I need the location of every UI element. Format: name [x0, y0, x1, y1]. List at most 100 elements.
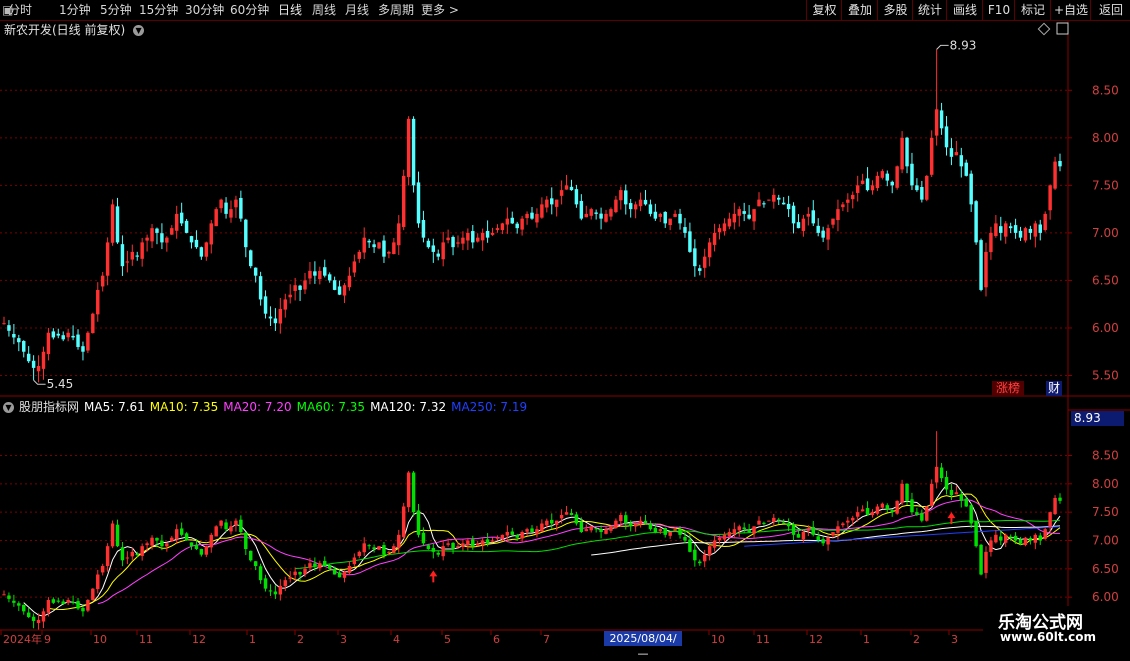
- toolbar-tab-8[interactable]: 月线: [345, 0, 369, 20]
- candle-body: [130, 251, 135, 260]
- candle-body: [712, 232, 717, 245]
- zhangbang-badge[interactable]: 涨榜: [992, 381, 1024, 396]
- sub-candle-body: [693, 549, 697, 561]
- indicator-chevron-icon[interactable]: ▼: [3, 402, 14, 413]
- sub-candle-body: [229, 526, 233, 532]
- candle-body: [757, 199, 761, 207]
- menu-icon[interactable]: ▣: [2, 0, 13, 20]
- indicator-name: 股朋指标网: [19, 400, 80, 414]
- candle-body: [229, 209, 233, 218]
- x-tick-label: 4: [393, 633, 400, 646]
- sub-candle-body: [865, 508, 870, 515]
- sub-candle-body: [199, 549, 204, 555]
- toolbar-button-7[interactable]: +自选: [1050, 0, 1091, 20]
- candle-body: [86, 332, 90, 351]
- sub-candle-body: [130, 551, 135, 557]
- sub-candle-body: [934, 466, 939, 483]
- sub-candle-body: [298, 571, 302, 575]
- sub-candle-body: [811, 527, 815, 535]
- candle-body: [796, 222, 801, 229]
- sub-candle-body: [584, 529, 589, 532]
- toolbar-button-4[interactable]: 画线: [946, 0, 983, 20]
- sub-candle-body: [347, 566, 352, 573]
- toolbar-button-2[interactable]: 多股: [877, 0, 913, 20]
- sub-candle-body: [648, 523, 653, 530]
- candle-body: [110, 204, 115, 243]
- sub-candle-body: [900, 483, 904, 503]
- toolbar-tab-10[interactable]: 更多 >: [421, 0, 459, 20]
- toolbar-button-1[interactable]: 叠加: [841, 0, 878, 20]
- candle-body: [377, 242, 381, 249]
- candle-body: [387, 251, 391, 254]
- toolbar-tab-3[interactable]: 15分钟: [139, 0, 178, 20]
- candle-body: [846, 199, 850, 203]
- toolbar-tab-2[interactable]: 5分钟: [100, 0, 132, 20]
- ma-legend-2: MA20: 7.20: [223, 400, 292, 414]
- chevron-down-icon[interactable]: ▼: [133, 25, 145, 36]
- sub-candle-body: [184, 533, 189, 541]
- candle-body: [416, 182, 421, 224]
- sub-y-tick-label: 8.00: [1092, 477, 1119, 491]
- sub-candle-body: [520, 532, 524, 539]
- candle-body: [36, 365, 41, 372]
- toolbar-button-5[interactable]: F10: [982, 0, 1015, 20]
- toolbar-button-6[interactable]: 标记: [1014, 0, 1051, 20]
- toolbar-tab-6[interactable]: 日线: [278, 0, 302, 20]
- toolbar-tab-4[interactable]: 30分钟: [185, 0, 224, 20]
- candle-body: [411, 118, 416, 186]
- toolbar-tab-1[interactable]: 1分钟: [59, 0, 91, 20]
- toolbar-tab-7[interactable]: 周线: [312, 0, 336, 20]
- sub-candle-body: [372, 547, 376, 549]
- date-cursor-box: 2025/08/04/—: [604, 631, 682, 660]
- candle-body: [495, 228, 500, 230]
- sub-candle-body: [1018, 539, 1023, 544]
- candle-body: [7, 325, 11, 331]
- candle-body: [160, 233, 164, 243]
- sub-candle-body: [71, 601, 75, 603]
- sub-candle-body: [189, 542, 194, 547]
- candle-body: [609, 209, 613, 217]
- cai-badge[interactable]: 财: [1046, 381, 1062, 396]
- sub-candle-body: [1038, 535, 1042, 541]
- candle-body: [1048, 185, 1052, 211]
- sub-candle-body: [244, 532, 248, 549]
- candle-body: [401, 175, 406, 227]
- candle-body: [890, 181, 894, 186]
- candle-body: [999, 226, 1003, 233]
- sub-candle-body: [949, 489, 954, 496]
- sub-candle-body: [929, 483, 934, 506]
- candle-body: [1038, 224, 1042, 233]
- candle-body: [421, 219, 426, 238]
- candle-body: [900, 137, 904, 170]
- sub-candle-body: [471, 539, 475, 547]
- candle-body: [199, 247, 204, 257]
- candle-body: [525, 213, 529, 219]
- sub-candle-body: [36, 619, 41, 624]
- sub-candle-body: [525, 529, 529, 532]
- toolbar-tab-9[interactable]: 多周期: [378, 0, 414, 20]
- candle-body: [520, 218, 524, 230]
- candle-body: [599, 213, 603, 219]
- toolbar-tab-5[interactable]: 60分钟: [230, 0, 269, 20]
- candle-body: [342, 285, 347, 296]
- main-y-tick-label: 8.50: [1092, 83, 1119, 97]
- sub-candle-body: [258, 566, 263, 581]
- sub-candle-body: [96, 574, 100, 590]
- toolbar-button-3[interactable]: 统计: [912, 0, 947, 20]
- candle-body: [278, 308, 283, 324]
- sub-candle-body: [303, 568, 307, 575]
- candle-body: [100, 275, 105, 287]
- toolbar-button-8[interactable]: 返回: [1090, 0, 1130, 20]
- candle-body: [31, 360, 36, 368]
- sub-candle-body: [1013, 535, 1018, 541]
- main-y-tick-label: 6.50: [1092, 273, 1119, 287]
- x-tick-label: 9: [44, 633, 51, 646]
- ma-legend-0: MA5: 7.61: [84, 400, 145, 414]
- main-y-tick-label: 6.00: [1092, 321, 1119, 335]
- candle-body: [905, 137, 909, 167]
- sub-candle-body: [1048, 512, 1052, 528]
- candle-body: [298, 285, 302, 290]
- candle-body: [979, 240, 983, 290]
- sub-candle-body: [663, 528, 667, 535]
- toolbar-button-0[interactable]: 复权: [806, 0, 842, 20]
